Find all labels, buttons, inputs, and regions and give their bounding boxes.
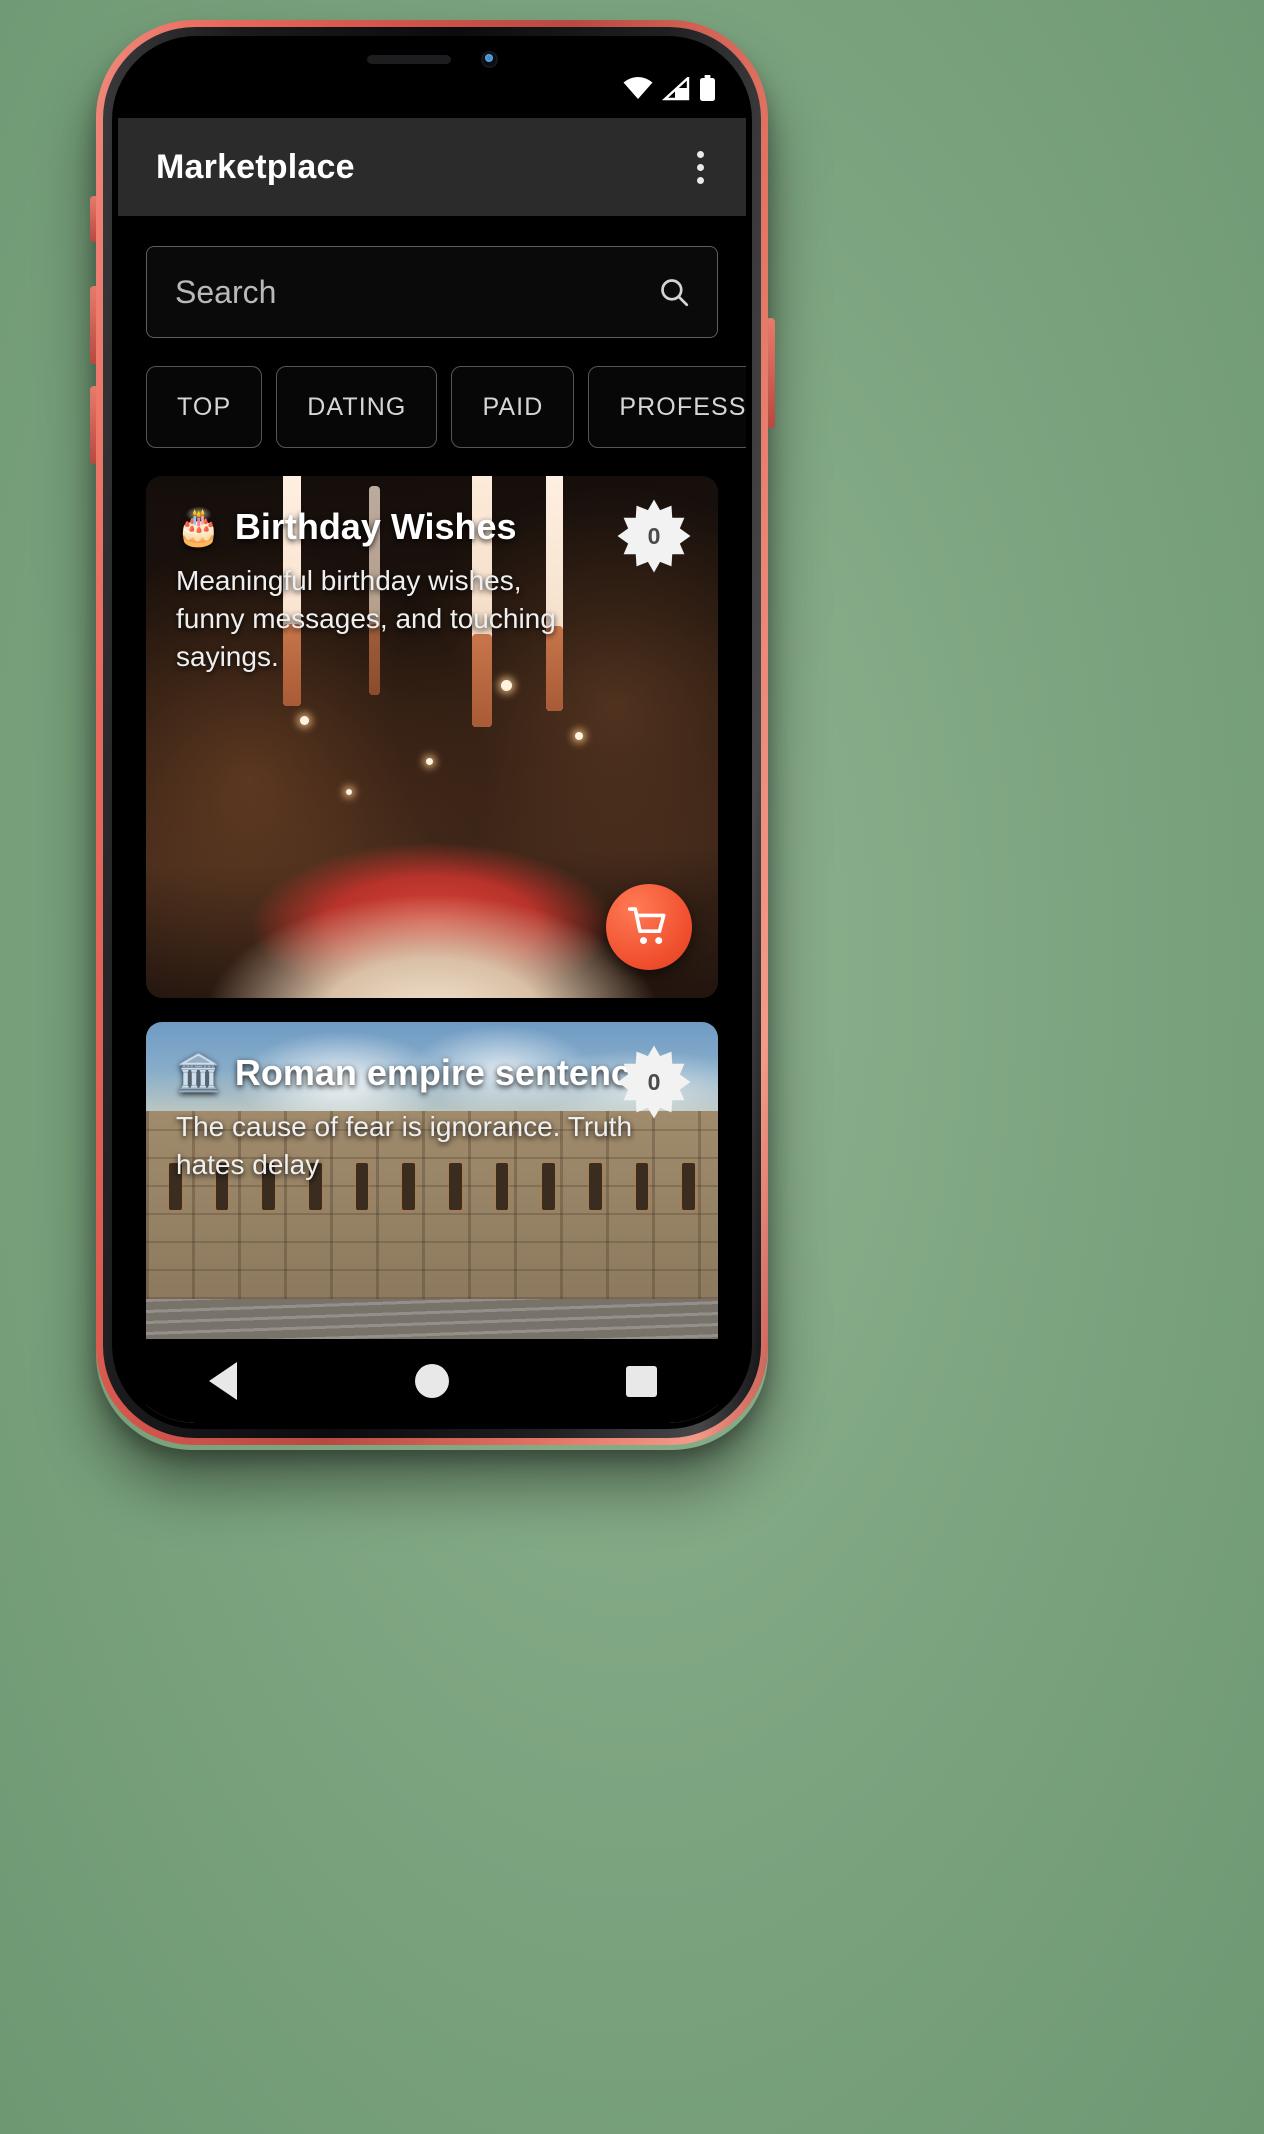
page-title: Marketplace xyxy=(156,147,355,186)
more-vert-icon[interactable] xyxy=(685,141,716,194)
decorative-sparkle xyxy=(575,731,583,740)
battery-icon xyxy=(699,75,716,101)
add-to-cart-button[interactable] xyxy=(606,884,692,970)
chip-professional[interactable]: PROFESSIONAL xyxy=(588,366,746,448)
chip-paid[interactable]: PAID xyxy=(451,366,575,448)
decorative-sparkle xyxy=(426,757,434,765)
search-placeholder: Search xyxy=(175,273,277,310)
card-title-row: 🏛️ Roman empire sentences xyxy=(176,1052,688,1094)
badge-count: 0 xyxy=(647,1068,661,1095)
card-birthday-wishes[interactable]: 0 🎂 Birthday Wishes Meaningful birthday … xyxy=(146,476,718,998)
phone-screen: Marketplace Search TOP DATING PAID PROFE… xyxy=(118,42,746,1423)
signal-icon xyxy=(662,77,690,101)
chip-dating[interactable]: DATING xyxy=(276,366,438,448)
badge-count: 0 xyxy=(647,522,661,549)
chip-top[interactable]: TOP xyxy=(146,366,263,448)
system-navigation-bar xyxy=(118,1339,746,1423)
earpiece-speaker xyxy=(366,54,451,64)
recents-button[interactable] xyxy=(596,1351,686,1411)
search-input[interactable]: Search xyxy=(146,246,718,338)
shopping-cart-icon xyxy=(627,907,666,945)
front-camera xyxy=(480,50,498,68)
card-title: Birthday Wishes xyxy=(234,506,517,547)
status-bar-icons xyxy=(623,59,716,101)
app-container: Marketplace Search TOP DATING PAID PROFE… xyxy=(118,42,746,1423)
search-section: Search xyxy=(118,216,746,338)
card-list: 0 🎂 Birthday Wishes Meaningful birthday … xyxy=(118,448,746,1423)
kebab-dot xyxy=(697,163,704,171)
card-description: The cause of fear is ignorance. Truth ha… xyxy=(176,1111,633,1181)
phone-bezel: Marketplace Search TOP DATING PAID PROFE… xyxy=(112,36,752,1429)
kebab-dot xyxy=(697,150,704,158)
decorative-sparkle xyxy=(500,679,512,691)
birthday-cake-icon: 🎂 xyxy=(176,506,221,547)
app-bar: Marketplace xyxy=(118,118,746,216)
card-title: Roman empire sentences xyxy=(234,1052,671,1093)
kebab-dot xyxy=(697,176,704,184)
scroll-content: Search TOP DATING PAID PROFESS 0 🎂 Birth… xyxy=(118,216,746,1423)
classical-building-icon: 🏛️ xyxy=(176,1052,221,1093)
phone-frame-inner: Marketplace Search TOP DATING PAID PROFE… xyxy=(103,27,761,1438)
card-title-row: 🎂 Birthday Wishes xyxy=(176,506,688,548)
card-description: Meaningful birthday wishes, funny messag… xyxy=(176,565,556,673)
search-icon[interactable] xyxy=(657,275,691,309)
recents-square-icon xyxy=(625,1365,657,1397)
back-button[interactable] xyxy=(178,1351,268,1411)
home-button[interactable] xyxy=(387,1351,477,1411)
back-triangle-icon xyxy=(208,1362,237,1400)
phone-frame: Marketplace Search TOP DATING PAID PROFE… xyxy=(96,20,768,1445)
wifi-icon xyxy=(623,77,653,101)
decorative-sparkle xyxy=(300,716,310,726)
status-badge: 0 xyxy=(616,498,692,574)
home-circle-icon xyxy=(414,1364,449,1398)
category-chip-row[interactable]: TOP DATING PAID PROFESSIONAL xyxy=(118,338,746,448)
screenshot-stage: Marketplace Search TOP DATING PAID PROFE… xyxy=(0,0,1264,2134)
decorative-sparkle xyxy=(346,789,353,796)
status-badge: 0 xyxy=(616,1044,692,1120)
notch xyxy=(314,42,550,76)
